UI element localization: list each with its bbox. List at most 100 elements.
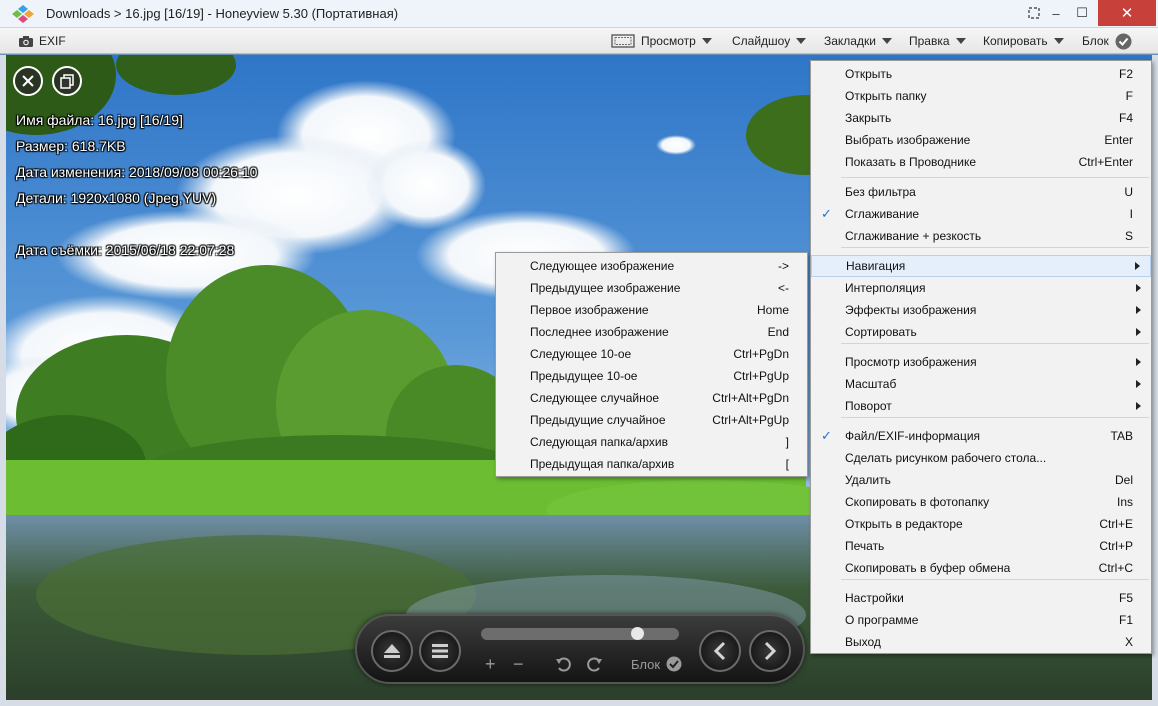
menu-item-label: Следующее изображение [530, 259, 675, 273]
menu-item-label: Следующее 10-ое [530, 347, 632, 361]
menu-item-label: Сглаживание + резкость [845, 229, 982, 243]
nav-item-next-random[interactable]: Следующее случайное Ctrl+Alt+PgDn [496, 387, 807, 409]
menu-item-label: Печать [845, 539, 885, 553]
nav-item-next-10th[interactable]: Следующее 10-ое Ctrl+PgDn [496, 343, 807, 365]
view-menu-button[interactable]: Просмотр [611, 28, 712, 54]
menu-item-interpolation[interactable]: Интерполяция [811, 277, 1151, 299]
menu-item-smoothing-sharpen[interactable]: Сглаживание + резкость S [811, 225, 1151, 247]
edit-menu-button[interactable]: Правка [909, 28, 966, 54]
menu-item-exit[interactable]: Выход X [811, 631, 1151, 653]
copy-info-button[interactable] [52, 66, 82, 96]
fullscreen-button[interactable] [1024, 0, 1044, 26]
nav-item-last-image[interactable]: Последнее изображение End [496, 321, 807, 343]
bookmarks-menu-button[interactable]: Закладки [824, 28, 892, 54]
menu-item-navigation[interactable]: Навигация [811, 255, 1151, 277]
submenu-arrow-icon [1136, 284, 1141, 292]
shortcut-label: [ [785, 457, 789, 471]
slider-handle[interactable] [631, 627, 644, 640]
submenu-arrow-icon [1136, 306, 1141, 314]
menu-item-label: Предыдущая папка/архив [530, 457, 675, 471]
menu-item-label: Настройки [845, 591, 904, 605]
previous-image-button[interactable] [699, 630, 741, 672]
nav-item-previous-image[interactable]: Предыдущее изображение <- [496, 277, 807, 299]
nav-item-next-image[interactable]: Следующее изображение -> [496, 255, 807, 277]
nav-item-previous-10th[interactable]: Предыдущее 10-ое Ctrl+PgUp [496, 365, 807, 387]
menu-item-label: Сортировать [845, 325, 917, 339]
menu-item-copy-to-clipboard[interactable]: Скопировать в буфер обмена Ctrl+C [811, 557, 1151, 579]
close-window-button[interactable]: ✕ [1098, 0, 1156, 26]
menu-item-delete[interactable]: Удалить Del [811, 469, 1151, 491]
menu-separator [841, 417, 1149, 418]
shortcut-label: F4 [1118, 111, 1133, 125]
caret-down-icon [955, 38, 966, 44]
close-info-button[interactable] [13, 66, 43, 96]
nav-item-first-image[interactable]: Первое изображение Home [496, 299, 807, 321]
shortcut-label: F2 [1118, 67, 1133, 81]
zoom-out-button[interactable]: − [513, 652, 524, 676]
menu-item-label: Эффекты изображения [845, 303, 977, 317]
menu-separator [841, 343, 1149, 344]
menu-item-open-folder[interactable]: Открыть папку F [811, 85, 1151, 107]
menu-item-label: Закрыть [845, 111, 892, 125]
menu-item-label: Просмотр изображения [845, 355, 977, 369]
nav-item-previous-random[interactable]: Предыдущие случайное Ctrl+Alt+PgUp [496, 409, 807, 431]
check-circle-icon [1115, 33, 1132, 49]
title-bar: Downloads > 16.jpg [16/19] - Honeyview 5… [0, 0, 1158, 28]
menu-item-open-in-editor[interactable]: Открыть в редакторе Ctrl+E [811, 513, 1151, 535]
submenu-arrow-icon [1136, 402, 1141, 410]
block-toggle-label: Блок [631, 656, 661, 672]
menu-item-close[interactable]: Закрыть F4 [811, 107, 1151, 129]
copy-menu-button[interactable]: Копировать [983, 28, 1064, 54]
minimize-button[interactable]: – [1046, 0, 1066, 26]
caret-down-icon [796, 38, 807, 44]
rotate-right-button[interactable] [585, 652, 603, 676]
menu-item-label: Показать в Проводнике [845, 155, 977, 169]
menu-item-label: Предыдущее изображение [530, 281, 681, 295]
exif-button[interactable]: EXIF [18, 28, 66, 54]
shortcut-label: Del [1114, 473, 1133, 487]
maximize-button[interactable]: ☐ [1072, 0, 1092, 26]
shortcut-label: ] [785, 435, 789, 449]
position-slider[interactable] [481, 627, 679, 640]
navigation-submenu: Следующее изображение -> Предыдущее изобра… [495, 252, 808, 477]
menu-item-label: Скопировать в буфер обмена [845, 561, 1011, 575]
rotate-left-button[interactable] [555, 652, 573, 676]
zoom-in-button[interactable]: + [485, 652, 496, 676]
exif-label: EXIF [39, 34, 66, 48]
submenu-arrow-icon [1135, 262, 1140, 270]
menu-item-label: Поворот [845, 399, 892, 413]
nav-item-previous-folder[interactable]: Предыдущая папка/архив [ [496, 453, 807, 475]
menu-item-about[interactable]: О программе F1 [811, 609, 1151, 631]
menu-item-sort[interactable]: Сортировать [811, 321, 1151, 343]
next-image-button[interactable] [749, 630, 791, 672]
main-menu-button[interactable] [419, 630, 461, 672]
menu-item-copy-to-photo-folder[interactable]: Скопировать в фотопапку Ins [811, 491, 1151, 513]
menu-item-label: Масштаб [845, 377, 897, 391]
menu-item-image-effects[interactable]: Эффекты изображения [811, 299, 1151, 321]
menu-item-image-view[interactable]: Просмотр изображения [811, 351, 1151, 373]
menu-item-set-wallpaper[interactable]: Сделать рисунком рабочего стола... [811, 447, 1151, 469]
menu-item-settings[interactable]: Настройки F5 [811, 587, 1151, 609]
menu-item-select-image[interactable]: Выбрать изображение Enter [811, 129, 1151, 151]
menu-item-file-exif-info[interactable]: ✓ Файл/EXIF-информация TAB [811, 425, 1151, 447]
slideshow-menu-button[interactable]: Слайдшоу [732, 28, 807, 54]
menu-item-no-filter[interactable]: Без фильтра U [811, 181, 1151, 203]
menu-item-show-in-explorer[interactable]: Показать в Проводнике Ctrl+Enter [811, 151, 1151, 173]
menu-item-open[interactable]: Открыть F2 [811, 63, 1151, 85]
shortcut-label: Enter [1104, 133, 1133, 147]
block-button[interactable]: Блок [1082, 28, 1132, 54]
menu-item-label: Открыть в редакторе [845, 517, 963, 531]
toolbar: EXIF Просмотр Слайдшоу Закладки Правка К… [0, 28, 1158, 54]
menu-item-label: Без фильтра [845, 185, 916, 199]
nav-item-next-folder[interactable]: Следующая папка/архив] [496, 431, 807, 453]
menu-item-rotation[interactable]: Поворот [811, 395, 1151, 417]
block-toggle[interactable]: Блок [631, 652, 682, 676]
menu-item-print[interactable]: Печать Ctrl+P [811, 535, 1151, 557]
slideshow-label: Слайдшоу [732, 34, 791, 48]
eject-button[interactable] [371, 630, 413, 672]
playback-control-bar: + − Блок [355, 614, 805, 684]
menu-item-smoothing[interactable]: ✓ Сглаживание I [811, 203, 1151, 225]
caret-down-icon [701, 38, 712, 44]
shortcut-label: I [1129, 207, 1133, 221]
menu-item-zoom[interactable]: Масштаб [811, 373, 1151, 395]
